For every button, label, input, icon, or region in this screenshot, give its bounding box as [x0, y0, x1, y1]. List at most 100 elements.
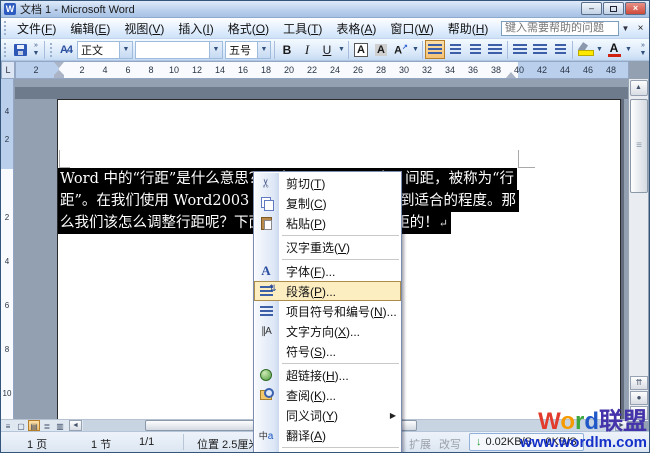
character-scaling-button[interactable]: A [391, 40, 411, 59]
toolbar-separator [348, 41, 349, 59]
context-menu-item-p-highlighted[interactable]: 段落(P)... [254, 281, 401, 301]
context-menu-item-label: 翻译(A) [278, 427, 326, 444]
font-combo[interactable]: ▼ [135, 41, 223, 59]
context-menu-item-p[interactable]: 粘贴(P) [254, 213, 401, 233]
save-button[interactable] [10, 40, 30, 59]
font-size-value: 五号 [226, 42, 257, 58]
status-extend-mode[interactable]: 扩展 [409, 436, 431, 452]
context-menu-item-h[interactable]: 超链接(H)... [254, 365, 401, 385]
maximize-icon [610, 6, 617, 12]
outline-view-button[interactable]: ≣ [41, 420, 53, 431]
context-menu-item-f[interactable]: A字体(F)... [254, 261, 401, 281]
chevron-down-icon[interactable]: ▼ [337, 46, 346, 53]
ruler-number: 28 [376, 65, 386, 75]
vertical-scrollbar[interactable]: ▲ ⇈ ● ⇊ [628, 79, 648, 421]
context-menu-item-s[interactable]: 符号(S)... [254, 341, 401, 361]
character-shading-button[interactable]: A [371, 40, 391, 59]
menu-h[interactable]: 帮助(H) [441, 18, 496, 39]
right-indent-marker[interactable] [506, 72, 516, 78]
select-browse-object-icon[interactable]: ● [630, 391, 648, 405]
styles-and-formatting-button[interactable]: A4 [56, 40, 76, 59]
context-menu-item-k[interactable]: 查阅(K)... [254, 385, 401, 405]
ruler-number: 2 [33, 65, 38, 75]
toolbar-grip[interactable] [3, 43, 8, 57]
print-layout-view-button[interactable]: ▤ [28, 420, 40, 431]
context-menu-item-c[interactable]: 复制(C) [254, 193, 401, 213]
cut-icon [261, 176, 271, 190]
context-menu-item-x[interactable]: ∥A文字方向(X)... [254, 321, 401, 341]
align-right-button[interactable] [465, 40, 485, 59]
center-button[interactable] [445, 40, 465, 59]
bullets-button[interactable] [530, 40, 550, 59]
context-menu-item-v[interactable]: 汉字重选(V) [254, 237, 401, 257]
distribute-button[interactable] [485, 40, 505, 59]
close-button[interactable]: × [625, 2, 646, 15]
tab-selector[interactable]: L [1, 61, 15, 79]
help-search-input[interactable] [501, 21, 619, 36]
status-page: 1 页 [27, 436, 47, 452]
chevron-down-icon[interactable]: ▼ [624, 46, 633, 53]
lookup-icon [260, 390, 272, 400]
vertical-ruler[interactable]: 42246810 [1, 79, 14, 421]
menu-e[interactable]: 编辑(E) [63, 18, 117, 39]
font-color-icon: A [608, 43, 621, 57]
highlight-button[interactable] [575, 40, 595, 59]
context-menu-item-s[interactable]: 选择格式相似的文本(S) [254, 449, 401, 453]
menu-a[interactable]: 表格(A) [329, 18, 383, 39]
chevron-down-icon[interactable]: ▼ [257, 42, 270, 58]
ruler-number: 4 [102, 65, 107, 75]
title-bar: W 文档 1 - Microsoft Word – × [1, 1, 649, 18]
chevron-down-icon[interactable]: ▼ [595, 46, 604, 53]
italic-button[interactable]: I [297, 40, 317, 59]
chevron-down-icon[interactable]: ▼ [119, 42, 132, 58]
character-border-button[interactable]: A [351, 40, 371, 59]
status-overwrite-mode[interactable]: 改写 [439, 436, 461, 452]
menu-v[interactable]: 视图(V) [117, 18, 171, 39]
scroll-up-icon[interactable]: ▲ [630, 80, 648, 96]
normal-view-button[interactable]: ≡ [2, 420, 14, 431]
bold-button[interactable]: B [277, 40, 297, 59]
paragraph-icon [260, 286, 273, 297]
context-menu-item-a[interactable]: 中a翻译(A) [254, 425, 401, 445]
document-close-icon[interactable]: × [632, 23, 649, 34]
help-dropdown-icon[interactable]: ▼ [619, 21, 632, 36]
context-menu-item-t[interactable]: 剪切(T) [254, 173, 401, 193]
menu-w[interactable]: 窗口(W) [383, 18, 440, 39]
numbering-button[interactable] [510, 40, 530, 59]
ruler-number: 18 [261, 65, 271, 75]
underline-button[interactable]: U [317, 40, 337, 59]
toolbar-overflow-icon[interactable]: »▼ [637, 40, 649, 59]
horizontal-ruler[interactable]: 2468101214161820222426283032343638404244… [15, 61, 629, 79]
minimize-button[interactable]: – [581, 2, 602, 15]
web-layout-view-button[interactable]: ▢ [15, 420, 27, 431]
font-size-combo[interactable]: 五号 ▼ [225, 41, 271, 59]
bullets-icon [533, 44, 547, 55]
ruler-number: 4 [15, 65, 16, 75]
context-menu-item-n[interactable]: 项目符号和编号(N)... [254, 301, 401, 321]
scroll-left-icon[interactable]: ◄ [69, 420, 82, 431]
context-menu-item-y[interactable]: 同义词(Y)▶ [254, 405, 401, 425]
font-color-button[interactable]: A [604, 40, 624, 59]
highlight-icon [578, 43, 592, 56]
justify-button[interactable] [425, 40, 445, 59]
style-combo[interactable]: 正文 ▼ [77, 41, 133, 59]
chevron-down-icon[interactable]: ▼ [411, 46, 420, 53]
browse-previous-icon[interactable]: ⇈ [630, 376, 648, 390]
menu-o[interactable]: 格式(O) [221, 18, 276, 39]
increase-indent-button[interactable] [550, 40, 570, 59]
menubar-grip[interactable] [3, 21, 8, 35]
watermark: Word联盟 www.wordlm.com [520, 410, 647, 450]
toolbar-options-icon[interactable]: »▼ [30, 40, 42, 59]
menu-f[interactable]: 文件(F) [10, 18, 63, 39]
increase-indent-icon [555, 44, 566, 55]
toolbar-grip[interactable] [49, 43, 54, 57]
first-line-indent-marker[interactable] [54, 62, 64, 68]
reading-layout-view-button[interactable]: ▥ [54, 420, 66, 431]
watermark-letter: 盟 [623, 408, 647, 435]
menu-t[interactable]: 工具(T) [276, 18, 329, 39]
vertical-scrollbar-thumb[interactable] [630, 99, 648, 193]
hanging-indent-marker[interactable] [54, 70, 64, 78]
chevron-down-icon[interactable]: ▼ [209, 42, 222, 58]
maximize-button[interactable] [603, 2, 624, 15]
menu-i[interactable]: 插入(I) [171, 18, 220, 39]
